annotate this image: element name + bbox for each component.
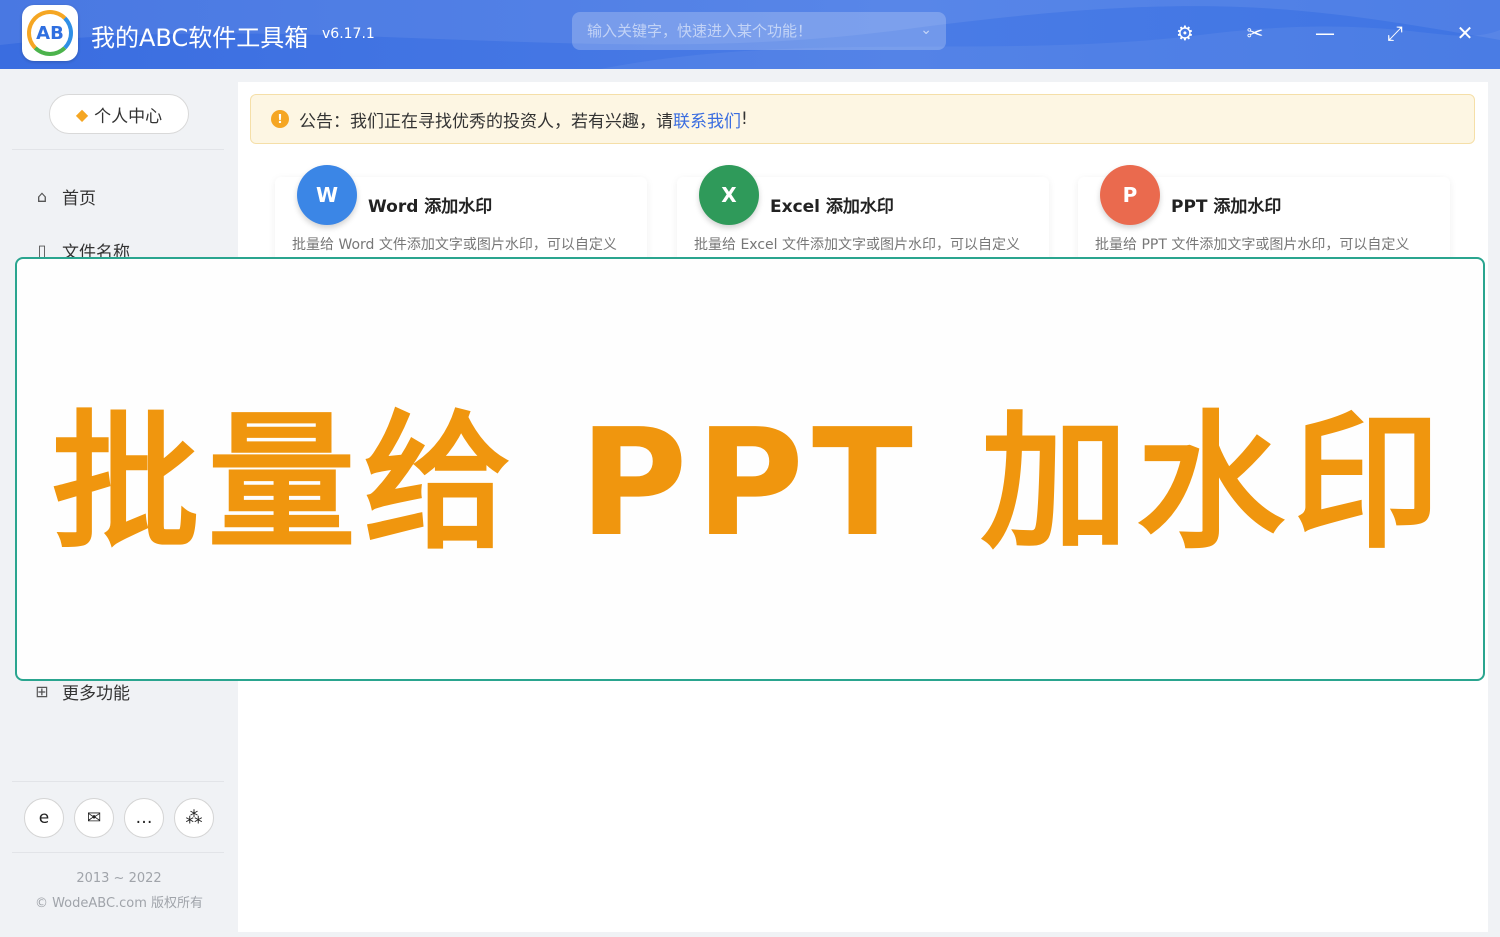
- scissors-icon[interactable]: ✂: [1242, 20, 1268, 46]
- user-center-button[interactable]: ◆ 个人中心: [49, 94, 189, 134]
- ie-icon[interactable]: e: [24, 798, 64, 838]
- card-title: Word 添加水印: [368, 197, 493, 217]
- copyright-text: © WodeABC.com 版权所有: [34, 896, 204, 911]
- card-title: Excel 添加水印: [770, 197, 894, 217]
- app-version: v6.17.1: [322, 26, 375, 42]
- chat-icon[interactable]: …: [124, 798, 164, 838]
- notice-suffix: !: [741, 109, 748, 129]
- home-icon: ⌂: [36, 187, 48, 206]
- title-bar: AB 我的ABC软件工具箱 v6.17.1 ⌄ ⚙ ✂ — ⤢ ✕: [0, 0, 1500, 69]
- grid-icon: ⊞: [35, 682, 49, 701]
- overlay-title: 批量给 PPT 加水印: [51, 396, 1449, 569]
- diamond-icon: ◆: [75, 104, 89, 124]
- notice-text: 公告：我们正在寻找优秀的投资人，若有兴趣，请: [299, 111, 673, 132]
- card-description: 批量给 Word 文件添加文字或图片水印，可以自定义: [292, 237, 617, 253]
- sidebar-divider: [12, 852, 224, 853]
- card-ppt-watermark[interactable]: P PPT 添加水印 批量给 PPT 文件添加文字或图片水印，可以自定义: [1078, 165, 1450, 267]
- warning-icon: !: [271, 110, 289, 128]
- card-description: 批量给 Excel 文件添加文字或图片水印，可以自定义: [694, 237, 1020, 253]
- card-word-watermark[interactable]: W Word 添加水印 批量给 Word 文件添加文字或图片水印，可以自定义: [275, 165, 647, 267]
- settings-icon[interactable]: ⚙: [1172, 20, 1198, 46]
- app-title: 我的ABC软件工具箱: [91, 24, 309, 52]
- app-logo: AB: [22, 5, 78, 61]
- notice-banner: ! 公告：我们正在寻找优秀的投资人，若有兴趣，请 联系我们 !: [250, 94, 1475, 144]
- app-logo-mark: AB: [27, 10, 73, 56]
- contact-us-link[interactable]: 联系我们: [673, 107, 741, 132]
- word-icon: W: [297, 165, 357, 225]
- card-excel-watermark[interactable]: X Excel 添加水印 批量给 Excel 文件添加文字或图片水印，可以自定义: [677, 165, 1049, 267]
- ppt-icon: P: [1100, 165, 1160, 225]
- excel-icon: X: [699, 165, 759, 225]
- maximize-icon[interactable]: ⤢: [1382, 20, 1408, 46]
- card-description: 批量给 PPT 文件添加文字或图片水印，可以自定义: [1095, 237, 1410, 253]
- search-box[interactable]: ⌄: [572, 12, 946, 50]
- sidebar-divider: [12, 781, 224, 782]
- mail-icon[interactable]: ✉: [74, 798, 114, 838]
- title-overlay: 批量给 PPT 加水印: [15, 257, 1485, 681]
- card-title: PPT 添加水印: [1171, 197, 1282, 217]
- sidebar-item-label: 更多功能: [62, 684, 130, 704]
- chevron-down-icon[interactable]: ⌄: [920, 22, 932, 38]
- user-center-label: 个人中心: [94, 106, 163, 127]
- copyright-years: 2013 ~ 2022: [76, 871, 162, 886]
- sidebar-item-label: 首页: [62, 189, 96, 209]
- close-icon[interactable]: ✕: [1452, 20, 1478, 46]
- minimize-icon[interactable]: —: [1312, 20, 1338, 46]
- search-input[interactable]: [587, 22, 907, 40]
- sidebar-item-more[interactable]: ⊞ 更多功能: [32, 679, 130, 704]
- sidebar-item-home[interactable]: ⌂ 首页: [32, 184, 96, 209]
- sidebar-divider: [12, 149, 224, 150]
- share-icon[interactable]: ⁂: [174, 798, 214, 838]
